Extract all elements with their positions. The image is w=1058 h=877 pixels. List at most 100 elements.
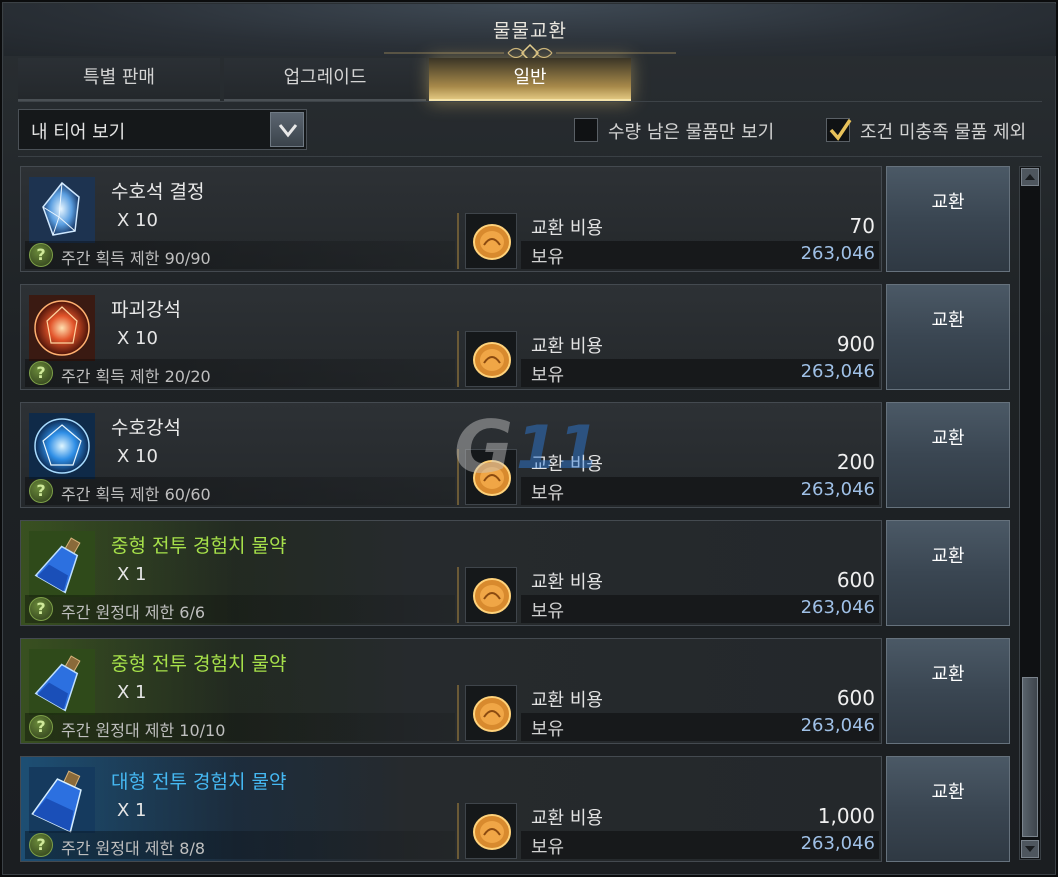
cost-area: 교환 비용 900 보유 263,046 xyxy=(521,329,879,389)
scroll-down-icon[interactable] xyxy=(1021,840,1039,858)
list-item: 중형 전투 경험치 물약 X 1 ? 주간 원정대 제한 10/10 교환 비용… xyxy=(20,638,1012,744)
separator xyxy=(457,331,459,387)
owned-value: 263,046 xyxy=(800,597,875,618)
barter-window: 물물교환 특별 판매 업그레이드 일반 내 티어 보기 수량 남은 물품만 보기… xyxy=(0,0,1058,877)
exchange-button[interactable]: 교환 xyxy=(886,520,1010,626)
cost-area: 교환 비용 600 보유 263,046 xyxy=(521,683,879,743)
question-icon[interactable]: ? xyxy=(29,243,53,267)
scroll-thumb[interactable] xyxy=(1022,677,1038,837)
item-quantity: X 1 xyxy=(117,564,147,585)
item-quantity: X 10 xyxy=(117,446,158,467)
tabs-divider xyxy=(18,101,1042,102)
currency-coin-icon xyxy=(473,342,511,378)
window-title: 물물교환 xyxy=(493,20,567,42)
currency-coin-icon xyxy=(473,696,511,732)
item-panel: 수호석 결정 X 10 ? 주간 획득 제한 90/90 교환 비용 70 보유 xyxy=(20,166,882,272)
scroll-up-icon[interactable] xyxy=(1021,168,1039,186)
exchange-button[interactable]: 교환 xyxy=(886,284,1010,390)
potion-icon xyxy=(29,649,95,715)
cost-row: 교환 비용 70 xyxy=(521,211,879,241)
owned-label: 보유 xyxy=(531,247,565,268)
currency-slot xyxy=(465,331,517,387)
owned-value: 263,046 xyxy=(800,361,875,382)
separator xyxy=(457,567,459,623)
destruction-stone-icon xyxy=(29,295,95,361)
currency-coin-icon xyxy=(473,224,511,260)
currency-slot xyxy=(465,803,517,859)
list-item: 대형 전투 경험치 물약 X 1 ? 주간 원정대 제한 8/8 교환 비용 1… xyxy=(20,756,1012,862)
tier-dropdown[interactable]: 내 티어 보기 xyxy=(18,109,307,150)
exchange-button[interactable]: 교환 xyxy=(886,756,1010,862)
tier-dropdown-value: 내 티어 보기 xyxy=(31,122,126,143)
item-panel: 파괴강석 X 10 ? 주간 획득 제한 20/20 교환 비용 900 보유 xyxy=(20,284,882,390)
cost-label: 교환 비용 xyxy=(531,808,603,829)
cost-label: 교환 비용 xyxy=(531,572,603,593)
tab-special-sale[interactable]: 특별 판매 xyxy=(18,58,220,102)
cost-value: 600 xyxy=(836,686,875,710)
cost-value: 600 xyxy=(836,568,875,592)
weekly-limit: 주간 원정대 제한 6/6 xyxy=(61,603,206,622)
checkmark-icon xyxy=(829,119,852,141)
item-name: 대형 전투 경험치 물약 xyxy=(111,771,287,793)
remaining-only-checkbox[interactable]: 수량 남은 물품만 보기 xyxy=(574,118,794,144)
item-quantity: X 10 xyxy=(117,328,158,349)
checkbox-exclude-label: 조건 미충족 물품 제외 xyxy=(860,122,1027,143)
item-panel: 중형 전투 경험치 물약 X 1 ? 주간 원정대 제한 10/10 교환 비용… xyxy=(20,638,882,744)
svg-text:11: 11 xyxy=(516,413,600,483)
guardian-stone-icon xyxy=(29,413,95,479)
list-item: 파괴강석 X 10 ? 주간 획득 제한 20/20 교환 비용 900 보유 xyxy=(20,284,1012,390)
guardian-crystal-icon xyxy=(29,177,95,243)
chevron-down-icon[interactable] xyxy=(270,112,304,147)
exchange-button[interactable]: 교환 xyxy=(886,402,1010,508)
question-icon[interactable]: ? xyxy=(29,833,53,857)
currency-slot xyxy=(465,567,517,623)
cost-area: 교환 비용 600 보유 263,046 xyxy=(521,565,879,625)
item-quantity: X 1 xyxy=(117,800,147,821)
scrollbar[interactable] xyxy=(1019,166,1041,860)
separator xyxy=(457,803,459,859)
cost-row: 교환 비용 600 xyxy=(521,565,879,595)
question-icon[interactable]: ? xyxy=(29,715,53,739)
question-icon[interactable]: ? xyxy=(29,361,53,385)
item-quantity: X 1 xyxy=(117,682,147,703)
item-quantity: X 10 xyxy=(117,210,158,231)
cost-area: 교환 비용 1,000 보유 263,046 xyxy=(521,801,879,861)
tab-upgrade[interactable]: 업그레이드 xyxy=(224,58,426,102)
owned-label: 보유 xyxy=(531,601,565,622)
potion-icon xyxy=(29,531,95,597)
cost-value: 900 xyxy=(836,332,875,356)
cost-value: 70 xyxy=(849,214,875,238)
question-icon[interactable]: ? xyxy=(29,597,53,621)
item-panel: 대형 전투 경험치 물약 X 1 ? 주간 원정대 제한 8/8 교환 비용 1… xyxy=(20,756,882,862)
cost-row: 교환 비용 1,000 xyxy=(521,801,879,831)
owned-value: 263,046 xyxy=(800,243,875,264)
cost-label: 교환 비용 xyxy=(531,218,603,239)
question-icon[interactable]: ? xyxy=(29,479,53,503)
item-name: 수호강석 xyxy=(111,417,181,439)
exchange-button[interactable]: 교환 xyxy=(886,638,1010,744)
separator xyxy=(457,685,459,741)
currency-coin-icon xyxy=(473,578,511,614)
currency-slot xyxy=(465,685,517,741)
item-name: 수호석 결정 xyxy=(111,181,205,203)
checkbox-exclude-box[interactable] xyxy=(826,118,852,142)
tab-bar: 특별 판매 업그레이드 일반 xyxy=(18,58,632,102)
filter-divider xyxy=(18,156,1042,157)
cost-label: 교환 비용 xyxy=(531,690,603,711)
exclude-unmet-checkbox[interactable]: 조건 미충족 물품 제외 xyxy=(826,118,1046,144)
currency-slot xyxy=(465,213,517,269)
cost-label: 교환 비용 xyxy=(531,336,603,357)
item-name: 중형 전투 경험치 물약 xyxy=(111,653,287,675)
owned-row: 보유 263,046 xyxy=(521,831,879,859)
weekly-limit: 주간 획득 제한 60/60 xyxy=(61,485,211,504)
owned-value: 263,046 xyxy=(800,715,875,736)
tab-general[interactable]: 일반 xyxy=(429,58,631,102)
weekly-limit: 주간 획득 제한 90/90 xyxy=(61,249,211,268)
checkbox-remaining-box[interactable] xyxy=(574,118,598,142)
owned-row: 보유 263,046 xyxy=(521,713,879,741)
item-panel: 중형 전투 경험치 물약 X 1 ? 주간 원정대 제한 6/6 교환 비용 6… xyxy=(20,520,882,626)
item-panel: 수호강석 X 10 ? 주간 획득 제한 60/60 교환 비용 200 보유 xyxy=(20,402,882,508)
exchange-button[interactable]: 교환 xyxy=(886,166,1010,272)
weekly-limit: 주간 원정대 제한 10/10 xyxy=(61,721,226,740)
weekly-limit: 주간 원정대 제한 8/8 xyxy=(61,839,206,858)
